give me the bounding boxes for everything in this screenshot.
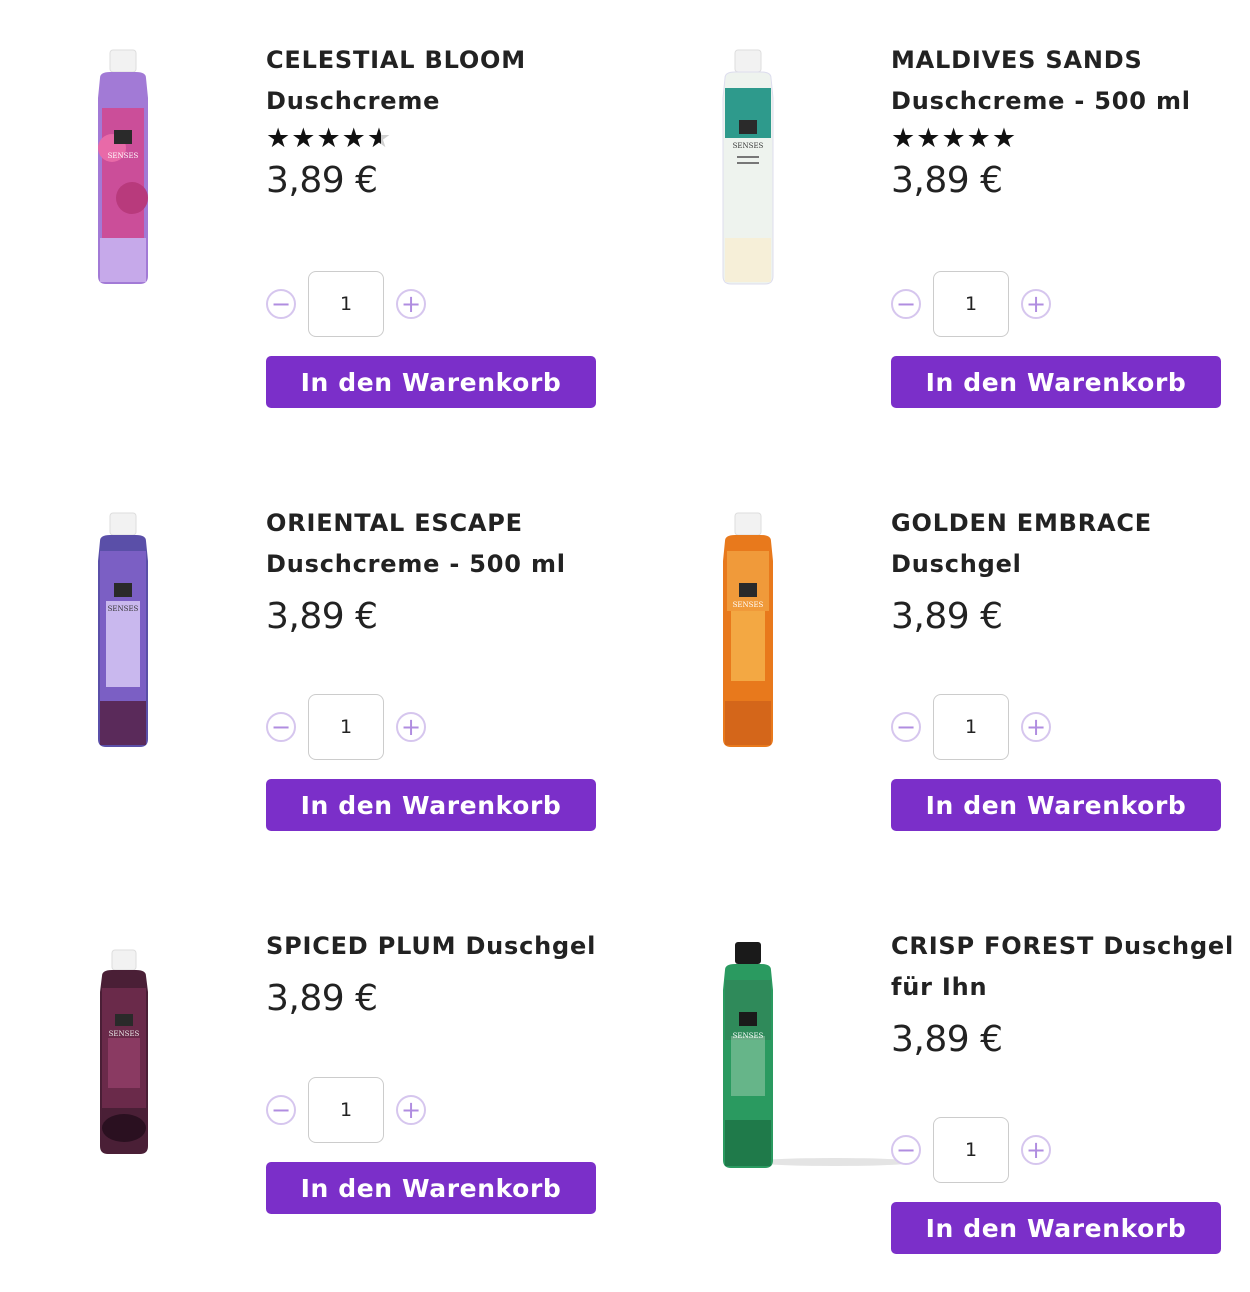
add-to-cart-button[interactable]: In den Warenkorb (266, 1162, 596, 1214)
minus-circle-icon[interactable]: − (266, 289, 296, 319)
shower-gel-bottle-image: SENSES (723, 512, 773, 747)
shower-cream-bottle-image: SENSES (98, 49, 148, 284)
shower-gel-bottle-image: SENSES (723, 942, 915, 1168)
quantity-stepper: − + (266, 694, 426, 760)
quantity-input[interactable] (933, 694, 1009, 760)
star-icon: ★ (291, 123, 317, 154)
product-title-line2[interactable]: Duschcreme (266, 81, 621, 122)
product-price: 3,89 € (891, 596, 1003, 637)
plus-circle-icon[interactable]: + (396, 712, 426, 742)
product-price: 3,89 € (891, 160, 1003, 201)
product-info: ORIENTAL ESCAPE Duschcreme - 500 ml 3,89… (266, 503, 621, 831)
product-price: 3,89 € (266, 978, 378, 1019)
product-image[interactable]: SENSES (685, 940, 925, 1190)
quantity-stepper: − + (891, 694, 1051, 760)
star-icon: ★ (966, 123, 992, 154)
product-image[interactable]: SENSES (60, 48, 190, 298)
product-info: MALDIVES SANDS Duschcreme - 500 ml ★★★★★… (891, 40, 1246, 408)
quantity-input[interactable] (308, 1077, 384, 1143)
svg-text:SENSES: SENSES (733, 1032, 764, 1040)
star-icon: ★ (891, 123, 917, 154)
svg-text:SENSES: SENSES (108, 605, 139, 613)
product-title[interactable]: MALDIVES SANDS Duschcreme - 500 ml (891, 40, 1246, 122)
quantity-stepper: − + (891, 1117, 1051, 1183)
shower-cream-bottle-image: SENSES (722, 49, 774, 285)
minus-circle-icon[interactable]: − (891, 712, 921, 742)
star-icon: ★ (941, 123, 967, 154)
product-title-line2[interactable]: Duschgel (891, 544, 1246, 585)
product-price: 3,89 € (266, 160, 378, 201)
svg-text:SENSES: SENSES (108, 152, 139, 160)
quantity-stepper: − + (266, 1077, 426, 1143)
product-title-line1[interactable]: ORIENTAL ESCAPE (266, 503, 621, 544)
quantity-input[interactable] (933, 271, 1009, 337)
product-title[interactable]: SPICED PLUM Duschgel (266, 926, 621, 967)
product-info: GOLDEN EMBRACE Duschgel 3,89 € − + In de… (891, 503, 1246, 831)
add-to-cart-button[interactable]: In den Warenkorb (891, 779, 1221, 831)
product-price: 3,89 € (891, 1019, 1003, 1060)
minus-circle-icon[interactable]: − (891, 289, 921, 319)
shower-cream-bottle-image: SENSES (98, 512, 148, 747)
product-price: 3,89 € (266, 596, 378, 637)
half-star-icon: ★ ★ (366, 123, 393, 154)
product-title-line2[interactable]: für Ihn (891, 967, 1250, 1008)
plus-circle-icon[interactable]: + (1021, 289, 1051, 319)
minus-circle-icon[interactable]: − (266, 712, 296, 742)
product-image[interactable]: SENSES (60, 511, 190, 761)
product-image[interactable]: SENSES (685, 48, 815, 298)
quantity-input[interactable] (933, 1117, 1009, 1183)
svg-text:SENSES: SENSES (733, 142, 764, 150)
star-icon: ★ (316, 123, 342, 154)
product-title[interactable]: CRISP FOREST Duschgel für Ihn (891, 926, 1250, 1008)
product-title[interactable]: ORIENTAL ESCAPE Duschcreme - 500 ml (266, 503, 621, 585)
plus-circle-icon[interactable]: + (1021, 712, 1051, 742)
product-title[interactable]: GOLDEN EMBRACE Duschgel (891, 503, 1246, 585)
rating-stars: ★★★★★ ★ (266, 125, 621, 155)
quantity-input[interactable] (308, 694, 384, 760)
add-to-cart-button[interactable]: In den Warenkorb (891, 1202, 1221, 1254)
add-to-cart-button[interactable]: In den Warenkorb (266, 779, 596, 831)
product-title-line1[interactable]: SPICED PLUM Duschgel (266, 926, 621, 967)
product-image[interactable]: SENSES (60, 948, 190, 1198)
quantity-stepper: − + (891, 271, 1051, 337)
product-title-line1[interactable]: CRISP FOREST Duschgel (891, 926, 1250, 967)
product-title[interactable]: CELESTIAL BLOOM Duschcreme (266, 40, 621, 122)
product-title-line2[interactable]: Duschcreme - 500 ml (891, 81, 1246, 122)
product-image[interactable]: SENSES (685, 511, 815, 761)
svg-text:SENSES: SENSES (733, 601, 764, 609)
star-icon: ★ (266, 123, 292, 154)
product-title-line1[interactable]: CELESTIAL BLOOM (266, 40, 621, 81)
product-info: CELESTIAL BLOOM Duschcreme ★★★★★ ★ 3,89 €… (266, 40, 621, 408)
product-info: SPICED PLUM Duschgel 3,89 € − + In den W… (266, 926, 621, 1214)
star-icon: ★ (916, 123, 942, 154)
product-title-line2[interactable]: Duschcreme - 500 ml (266, 544, 621, 585)
quantity-input[interactable] (308, 271, 384, 337)
add-to-cart-button[interactable]: In den Warenkorb (266, 356, 596, 408)
plus-circle-icon[interactable]: + (1021, 1135, 1051, 1165)
minus-circle-icon[interactable]: − (891, 1135, 921, 1165)
product-title-line1[interactable]: GOLDEN EMBRACE (891, 503, 1246, 544)
product-info: CRISP FOREST Duschgel für Ihn 3,89 € − +… (891, 926, 1250, 1254)
star-icon: ★ (991, 123, 1018, 154)
star-icon: ★ (341, 123, 367, 154)
plus-circle-icon[interactable]: + (396, 1095, 426, 1125)
product-title-line1[interactable]: MALDIVES SANDS (891, 40, 1246, 81)
plus-circle-icon[interactable]: + (396, 289, 426, 319)
add-to-cart-button[interactable]: In den Warenkorb (891, 356, 1221, 408)
shower-gel-bottle-image: SENSES (100, 949, 148, 1154)
svg-text:SENSES: SENSES (109, 1030, 140, 1038)
minus-circle-icon[interactable]: − (266, 1095, 296, 1125)
rating-stars: ★★★★★ (891, 125, 1246, 155)
quantity-stepper: − + (266, 271, 426, 337)
